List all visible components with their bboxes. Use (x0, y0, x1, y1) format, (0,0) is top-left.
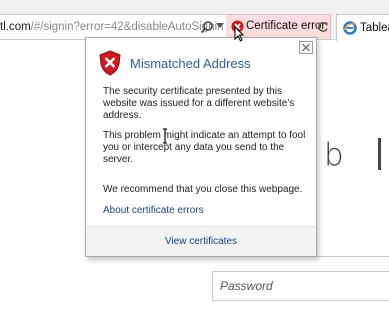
chevron-down-icon[interactable] (216, 23, 224, 29)
about-certificate-errors-link[interactable]: About certificate errors (103, 205, 204, 216)
ie-favicon-icon (343, 21, 357, 35)
popup-warning: This problem might indicate an attempt t… (103, 130, 306, 165)
certificate-error-label: Certificate error (246, 20, 326, 32)
browser-tab[interactable]: Tableau (336, 14, 389, 41)
password-input[interactable] (213, 272, 389, 300)
close-icon (302, 43, 310, 52)
shield-x-icon (99, 50, 121, 76)
refresh-icon[interactable] (317, 21, 329, 33)
password-field[interactable] (212, 271, 389, 301)
browser-toolbar: tl.com/#/signin?error=42&disableAutoSign… (0, 0, 389, 41)
brand-divider (378, 138, 381, 170)
popup-close-button[interactable] (299, 41, 313, 54)
url-path: /#/signin?error=42&disableAutoSignin (30, 21, 224, 33)
popup-description: The security certificate presented by th… (103, 86, 295, 121)
tab-title: Tableau (360, 22, 389, 34)
mouse-pointer-icon (234, 26, 244, 42)
url-host: tl.com (0, 21, 31, 33)
url-text[interactable]: tl.com/#/signin?error=42&disableAutoSign… (0, 21, 223, 33)
popup-title: Mismatched Address (130, 56, 251, 71)
view-certificates-link[interactable]: View certificates (86, 236, 316, 247)
search-icon[interactable] (200, 20, 214, 34)
popup-footer: View certificates (86, 226, 316, 256)
certificate-error-popup: Mismatched Address The security certific… (85, 37, 317, 257)
text-cursor-icon (163, 128, 167, 144)
popup-recommendation: We recommend that you close this webpage… (103, 184, 303, 195)
